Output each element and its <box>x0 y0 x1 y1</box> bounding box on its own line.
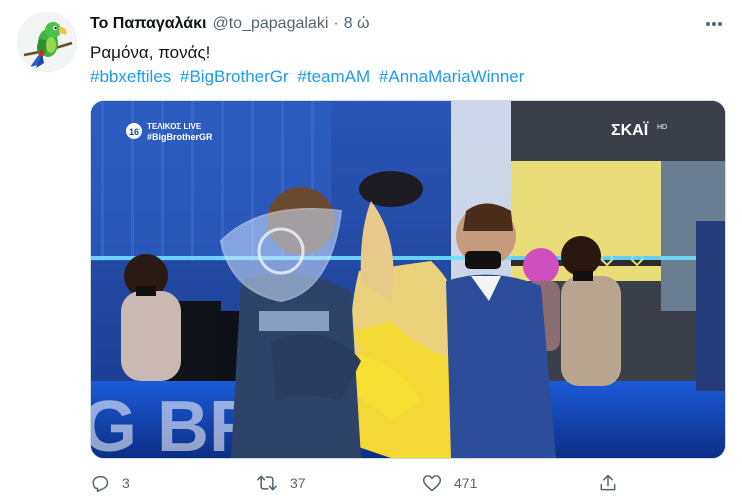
channel-badge: ΤΕΛΙΚΟΣ LIVE <box>147 122 202 131</box>
hashtag-link[interactable]: #teamAM <box>297 67 370 86</box>
tweet[interactable]: Το Παπαγαλάκι @to_papagalaki · 8 ώ Ραμόν… <box>0 0 742 497</box>
hashtag-link[interactable]: #bbxeftiles <box>90 67 171 86</box>
like-button[interactable]: 471 <box>422 470 477 496</box>
avatar[interactable] <box>17 12 77 72</box>
share-button[interactable] <box>598 470 618 496</box>
reply-count: 3 <box>122 475 130 491</box>
network-logo-text: ΣΚΑΪ <box>611 121 649 139</box>
separator-dot: · <box>333 15 339 32</box>
hashtag-list: #bbxeftiles #BigBrotherGr #teamAM #AnnaM… <box>90 65 528 88</box>
retweet-button[interactable]: 37 <box>256 470 306 496</box>
share-icon <box>600 474 616 491</box>
tweet-media[interactable]: G BR R 16 ΤΕΛΙΚΟΣ LIVE #BigBrotherGR ΣΚΑ… <box>90 100 726 459</box>
retweet-count: 37 <box>290 475 306 491</box>
network-suffix: HD <box>657 124 667 131</box>
more-horizontal-icon <box>706 22 722 26</box>
reply-icon <box>92 476 109 493</box>
tweet-text: Ραμόνα, πονάς! <box>90 43 211 62</box>
hashtag-link[interactable]: #AnnaMariaWinner <box>379 67 525 86</box>
channel-tag: #BigBrotherGR <box>147 132 213 142</box>
tweet-header: Το Παπαγαλάκι @to_papagalaki · 8 ώ <box>90 13 370 35</box>
like-icon <box>422 475 442 492</box>
tweet-actions: 3 37 471 <box>90 470 724 496</box>
user-handle[interactable]: @to_papagalaki <box>212 15 328 33</box>
retweet-icon <box>257 475 277 491</box>
display-name[interactable]: Το Παπαγαλάκι <box>90 15 206 33</box>
channel-number: 16 <box>129 127 139 137</box>
parrot-icon <box>23 22 73 68</box>
reply-button[interactable]: 3 <box>90 470 130 496</box>
more-button[interactable] <box>702 13 726 35</box>
hashtag-link[interactable]: #BigBrotherGr <box>180 67 289 86</box>
media-image: G BR R 16 ΤΕΛΙΚΟΣ LIVE #BigBrotherGR ΣΚΑ… <box>91 101 725 458</box>
like-count: 471 <box>454 475 478 491</box>
tweet-time[interactable]: 8 ώ <box>344 15 370 33</box>
